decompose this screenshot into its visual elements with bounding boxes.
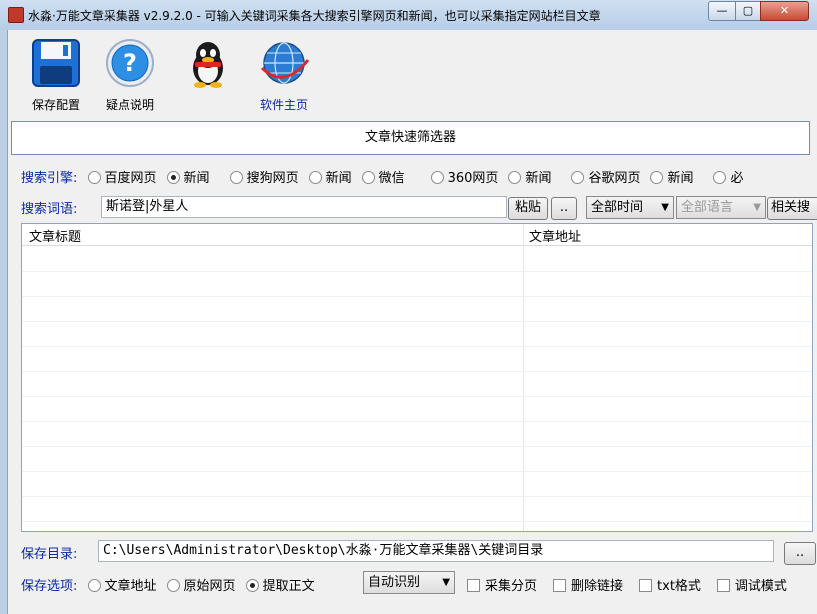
save-options-label: 保存选项: xyxy=(21,579,78,594)
radio-icon xyxy=(308,171,322,184)
related-search-button[interactable]: 相关搜 xyxy=(767,197,817,220)
row-divider xyxy=(22,396,812,397)
search-keyword-input[interactable]: 斯诺登|外星人 xyxy=(101,196,507,218)
keyword-browse-button[interactable]: .. xyxy=(551,197,577,220)
radio-icon xyxy=(713,171,727,184)
save-checks-row: 采集分页 删除链接 txt格式 调试模式 xyxy=(467,575,797,594)
radio-icon xyxy=(166,579,180,592)
qq-button[interactable] xyxy=(170,38,246,96)
app-icon xyxy=(8,7,24,23)
radio-icon xyxy=(508,171,522,184)
save-dir-browse-button[interactable]: .. xyxy=(784,542,816,565)
results-table[interactable]: 文章标题 文章地址 xyxy=(21,223,813,532)
save-config-label: 保存配置 xyxy=(31,98,80,112)
extract-mode-select[interactable]: 自动识别 ▼ xyxy=(363,571,455,594)
close-icon: ✕ xyxy=(779,4,790,17)
chevron-down-icon: ▼ xyxy=(661,202,669,213)
row-divider xyxy=(22,271,812,272)
homepage-button[interactable]: 软件主页 xyxy=(246,38,322,113)
checkbox-icon xyxy=(553,579,567,592)
engine-option[interactable]: 搜狗网页 xyxy=(229,167,299,186)
checkbox-icon xyxy=(716,579,730,592)
save-options-row: 保存选项: 文章地址 原始网页 提取正文 xyxy=(21,575,325,594)
help-button[interactable]: ? 疑点说明 xyxy=(92,38,168,113)
paste-button[interactable]: 粘贴 xyxy=(508,197,548,220)
close-button[interactable]: ✕ xyxy=(760,1,809,21)
chevron-down-icon: ▼ xyxy=(753,202,761,213)
help-label: 疑点说明 xyxy=(105,98,154,112)
engine-option[interactable]: 新闻 xyxy=(650,167,693,186)
col-article-url[interactable]: 文章地址 xyxy=(529,226,581,245)
toolbar: 保存配置 ? 疑点说明 软件主页 xyxy=(8,30,817,118)
radio-icon xyxy=(650,171,664,184)
checkbox-icon xyxy=(467,579,480,592)
maximize-button[interactable]: ▢ xyxy=(735,1,761,21)
row-divider xyxy=(22,421,812,422)
col-article-title[interactable]: 文章标题 xyxy=(29,226,81,245)
search-keyword-label-row: 搜索词语: xyxy=(21,198,83,217)
save-option-radio[interactable]: 原始网页 xyxy=(166,575,236,594)
row-divider xyxy=(22,521,812,522)
floppy-disk-icon xyxy=(32,39,80,87)
engine-option[interactable]: 百度网页 xyxy=(87,167,157,186)
checkbox-icon xyxy=(639,579,653,592)
row-divider xyxy=(22,446,812,447)
row-divider xyxy=(22,471,812,472)
radio-icon xyxy=(166,171,180,184)
engine-option[interactable]: 360网页 xyxy=(430,167,498,186)
save-option-radio[interactable]: 文章地址 xyxy=(87,575,157,594)
homepage-label: 软件主页 xyxy=(259,98,308,112)
engine-option[interactable]: 谷歌网页 xyxy=(571,167,640,186)
row-divider xyxy=(22,371,812,372)
save-dir-input[interactable]: C:\Users\Administrator\Desktop\水淼·万能文章采集… xyxy=(98,540,774,562)
globe-icon xyxy=(260,42,310,84)
radio-icon xyxy=(245,579,259,592)
row-divider xyxy=(22,496,812,497)
radio-icon xyxy=(87,171,101,184)
main-window: 保存配置 ? 疑点说明 软件主页 文章快速筛选器 搜索引擎: 百度网页 新闻 搜… xyxy=(7,30,817,614)
save-dir-label-row: 保存目录: xyxy=(21,543,83,562)
search-engine-row: 搜索引擎: 百度网页 新闻 搜狗网页 新闻 微信 360网页 新闻 谷歌网页 新闻必 xyxy=(21,167,754,186)
chevron-down-icon: ▼ xyxy=(442,577,450,588)
row-divider xyxy=(22,321,812,322)
row-divider xyxy=(22,296,812,297)
radio-icon xyxy=(87,579,101,592)
save-option-radio[interactable]: 提取正文 xyxy=(245,575,315,594)
language-select: 全部语言 ▼ xyxy=(676,196,766,219)
radio-icon xyxy=(361,171,375,184)
radio-icon xyxy=(229,171,243,184)
article-filter-bar[interactable]: 文章快速筛选器 xyxy=(11,121,810,155)
qq-penguin-icon xyxy=(193,42,223,88)
collect-pages-checkbox[interactable]: 采集分页 xyxy=(467,575,537,594)
window-title: 水淼·万能文章采集器 v2.9.2.0 - 可输入关键词采集各大搜索引擎网页和新… xyxy=(28,9,601,23)
debug-mode-checkbox[interactable]: 调试模式 xyxy=(716,575,787,594)
title-bar: 水淼·万能文章采集器 v2.9.2.0 - 可输入关键词采集各大搜索引擎网页和新… xyxy=(0,0,817,30)
maximize-icon: ▢ xyxy=(742,4,754,17)
time-select[interactable]: 全部时间 ▼ xyxy=(586,196,674,219)
search-engine-label: 搜索引擎: xyxy=(21,171,78,186)
engine-option[interactable]: 新闻 xyxy=(508,167,551,186)
remove-links-checkbox[interactable]: 删除链接 xyxy=(553,575,623,594)
question-icon: ? xyxy=(106,39,154,87)
minimize-button[interactable]: — xyxy=(708,1,736,21)
filter-label: 文章快速筛选器 xyxy=(364,130,456,145)
txt-format-checkbox[interactable]: txt格式 xyxy=(639,575,701,594)
table-header: 文章标题 文章地址 xyxy=(22,224,812,246)
minimize-icon: — xyxy=(716,4,728,17)
save-dir-label: 保存目录: xyxy=(21,547,78,562)
save-config-button[interactable]: 保存配置 xyxy=(18,38,94,113)
engine-option[interactable]: 新闻 xyxy=(308,167,352,186)
engine-option[interactable]: 微信 xyxy=(361,167,405,186)
search-keyword-label: 搜索词语: xyxy=(21,202,78,217)
engine-option[interactable]: 新闻 xyxy=(166,167,210,186)
engine-option[interactable]: 必 xyxy=(713,167,744,186)
svg-text:?: ? xyxy=(123,49,137,77)
radio-icon xyxy=(430,171,444,184)
radio-icon xyxy=(571,171,585,184)
row-divider xyxy=(22,346,812,347)
